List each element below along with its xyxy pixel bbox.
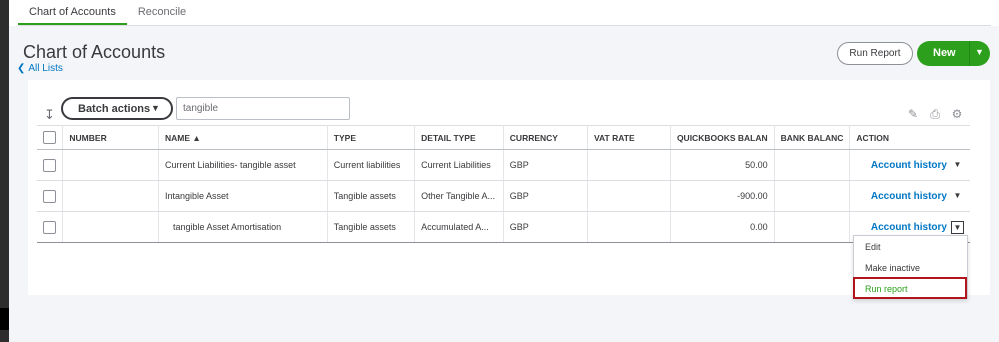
caret-down-icon[interactable]: ▼ (975, 47, 984, 57)
sort-arrow-icon[interactable]: ↧ (44, 107, 55, 123)
cell-number (62, 149, 160, 181)
menu-item-make-inactive[interactable]: Make inactive (865, 263, 920, 273)
gear-icon[interactable]: ⚙ (950, 107, 964, 122)
table-tools: ✎ ⎙ ⚙ (906, 107, 964, 122)
cell-detail-type: Other Tangible A... (414, 180, 504, 212)
tab-divider (18, 25, 991, 26)
new-button[interactable]: New ▼ (917, 41, 990, 66)
caret-down-icon[interactable]: ▼ (951, 159, 964, 172)
menu-item-edit[interactable]: Edit (865, 242, 881, 252)
col-type[interactable]: TYPE (327, 125, 416, 150)
table-header-row: NUMBER NAME ▲ TYPE DETAIL TYPE CURRENCY … (37, 125, 970, 150)
caret-down-icon: ▼ (151, 103, 160, 113)
cell-bank-balance (774, 149, 851, 181)
caret-down-icon[interactable]: ▼ (951, 220, 964, 234)
search-input[interactable] (176, 97, 350, 120)
cell-name: Intangible Asset (158, 180, 328, 212)
pencil-icon[interactable]: ✎ (906, 107, 920, 122)
col-detail-type[interactable]: DETAIL TYPE (414, 125, 504, 150)
row-select-cell (37, 180, 64, 212)
printer-icon[interactable]: ⎙ (928, 107, 942, 122)
chevron-left-icon: ❮ (17, 63, 26, 74)
cell-number (62, 180, 160, 212)
cell-qb-balance: -900.00 (670, 180, 775, 212)
cell-qb-balance: 0.00 (670, 211, 775, 243)
col-qb-balance[interactable]: QUICKBOOKS BALAN (670, 125, 775, 150)
row-checkbox[interactable] (43, 220, 56, 234)
account-history-link[interactable]: Account history (871, 221, 947, 232)
cell-bank-balance (774, 211, 851, 243)
cell-currency: GBP (503, 211, 589, 243)
row-select-cell (37, 211, 64, 243)
row-checkbox[interactable] (43, 158, 56, 172)
cell-currency: GBP (503, 149, 589, 181)
cell-type: Tangible assets (327, 180, 416, 212)
col-action: ACTION (849, 125, 970, 150)
cell-name: Current Liabilities- tangible asset (158, 149, 328, 181)
table-row[interactable]: Intangible Asset Tangible assets Other T… (37, 180, 970, 212)
cell-type: Tangible assets (327, 211, 416, 243)
col-currency[interactable]: CURRENCY (503, 125, 589, 150)
tab-chart-of-accounts[interactable]: Chart of Accounts (18, 0, 127, 26)
left-bar-block (0, 308, 9, 330)
cell-vat-rate (587, 211, 671, 243)
new-button-label: New (933, 47, 956, 59)
page-title: Chart of Accounts (23, 42, 166, 62)
table-row[interactable]: Current Liabilities- tangible asset Curr… (37, 149, 970, 181)
account-history-link[interactable]: Account history (871, 159, 947, 170)
cell-name: tangible Asset Amortisation (158, 211, 328, 243)
cell-number (62, 211, 160, 243)
col-bank-balance[interactable]: BANK BALANC (774, 125, 851, 150)
cell-bank-balance (774, 180, 851, 212)
col-number[interactable]: NUMBER (62, 125, 160, 150)
cell-vat-rate (587, 149, 671, 181)
col-vat-rate[interactable]: VAT RATE (587, 125, 671, 150)
new-button-divider (969, 41, 970, 66)
batch-actions-label: Batch actions (78, 103, 151, 115)
select-all-checkbox[interactable] (43, 131, 56, 144)
row-select-cell (37, 149, 64, 181)
batch-actions-button[interactable]: Batch actions ▼ (61, 97, 173, 120)
cell-action: Account history ▼ (849, 180, 970, 212)
all-lists-label: All Lists (28, 63, 63, 74)
account-history-link[interactable]: Account history (871, 190, 947, 201)
col-name[interactable]: NAME ▲ (158, 125, 328, 150)
all-lists-link[interactable]: ❮ All Lists (17, 63, 63, 74)
cell-detail-type: Accumulated A... (414, 211, 504, 243)
run-report-button[interactable]: Run Report (837, 42, 913, 65)
run-report-highlight (853, 277, 967, 299)
cell-vat-rate (587, 180, 671, 212)
tab-bar: Chart of Accounts Reconcile (18, 0, 197, 26)
cell-currency: GBP (503, 180, 589, 212)
cell-type: Current liabilities (327, 149, 416, 181)
cell-action: Account history ▼ (849, 149, 970, 181)
accounts-table: NUMBER NAME ▲ TYPE DETAIL TYPE CURRENCY … (37, 125, 970, 243)
cell-qb-balance: 50.00 (670, 149, 775, 181)
table-row[interactable]: tangible Asset Amortisation Tangible ass… (37, 211, 970, 243)
row-checkbox[interactable] (43, 189, 56, 203)
cell-detail-type: Current Liabilities (414, 149, 504, 181)
select-all-header (37, 125, 64, 150)
left-app-bar (0, 0, 9, 342)
caret-down-icon[interactable]: ▼ (951, 190, 964, 203)
tab-reconcile[interactable]: Reconcile (127, 0, 197, 26)
